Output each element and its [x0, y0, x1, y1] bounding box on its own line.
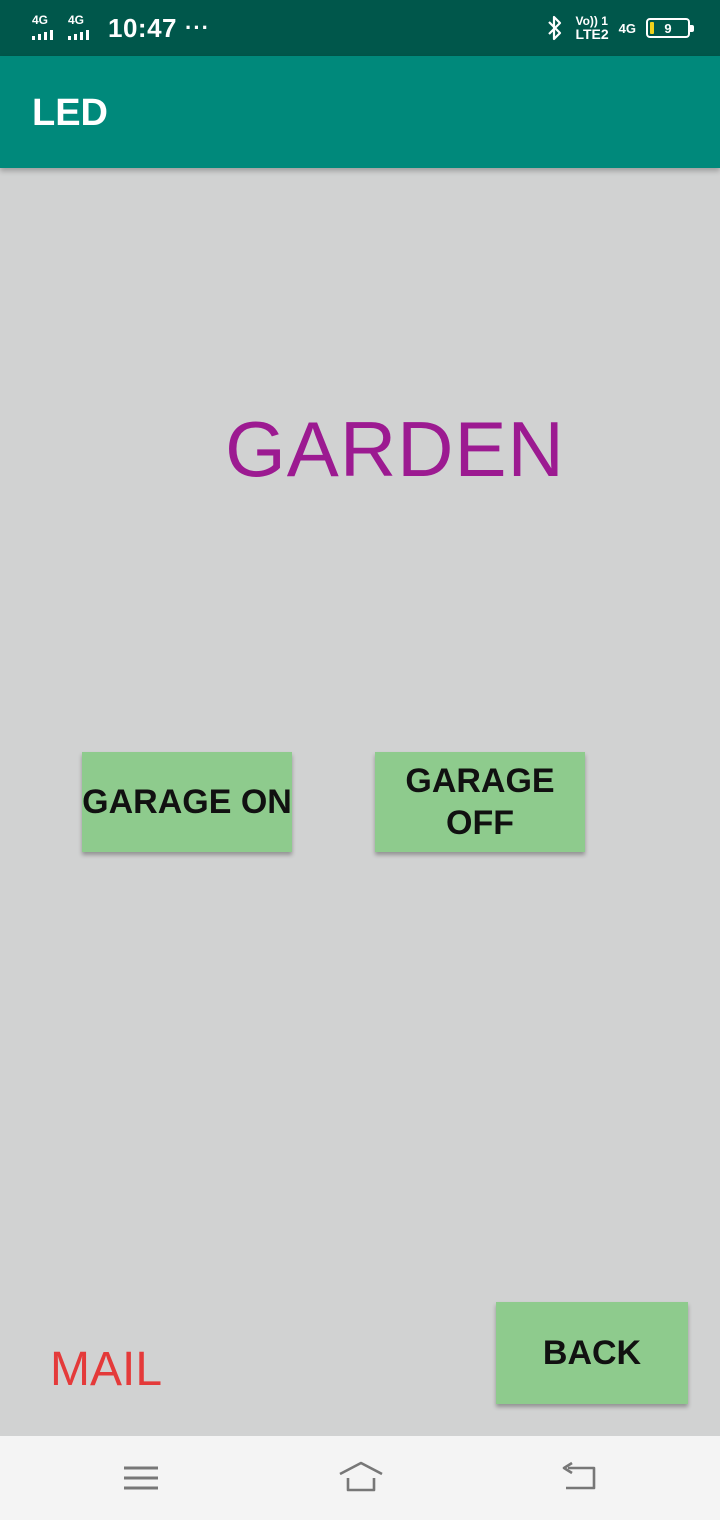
home-icon[interactable] [338, 1460, 384, 1496]
bluetooth-icon [548, 15, 562, 41]
battery-level: 9 [664, 20, 672, 36]
battery-icon: 9 [646, 18, 694, 38]
mail-label[interactable]: MAIL [50, 1342, 162, 1397]
sim2-network-label: 4G [68, 13, 85, 27]
more-notifications-icon: ··· [185, 15, 210, 40]
volte-indicator: Vo)) 1 LTE2 [575, 15, 608, 41]
garage-on-button[interactable]: GARAGE ON [82, 752, 292, 852]
data-network-icon: 4G [618, 20, 636, 36]
status-right: Vo)) 1 LTE2 4G 9 [545, 12, 694, 44]
sim2-signal-icon: 4G [68, 14, 98, 42]
back-button[interactable]: BACK [496, 1302, 688, 1404]
sim1-signal-icon: 4G [32, 14, 62, 42]
status-left: 4G 4G 10:47 ··· [32, 12, 210, 44]
garden-heading: GARDEN [225, 405, 565, 493]
sim1-network-label: 4G [32, 13, 49, 27]
back-icon[interactable] [560, 1460, 600, 1496]
garage-off-button[interactable]: GARAGE OFF [375, 752, 585, 852]
volte-bottom-label: LTE2 [575, 26, 609, 42]
status-bar: 4G 4G 10:47 ··· Vo)) 1 LTE2 4G 9 [0, 0, 720, 56]
app-bar: LED [0, 56, 720, 168]
status-time: 10:47 [108, 12, 177, 43]
menu-icon[interactable] [122, 1460, 162, 1496]
navigation-bar [0, 1436, 720, 1520]
app-title: LED [32, 92, 108, 134]
